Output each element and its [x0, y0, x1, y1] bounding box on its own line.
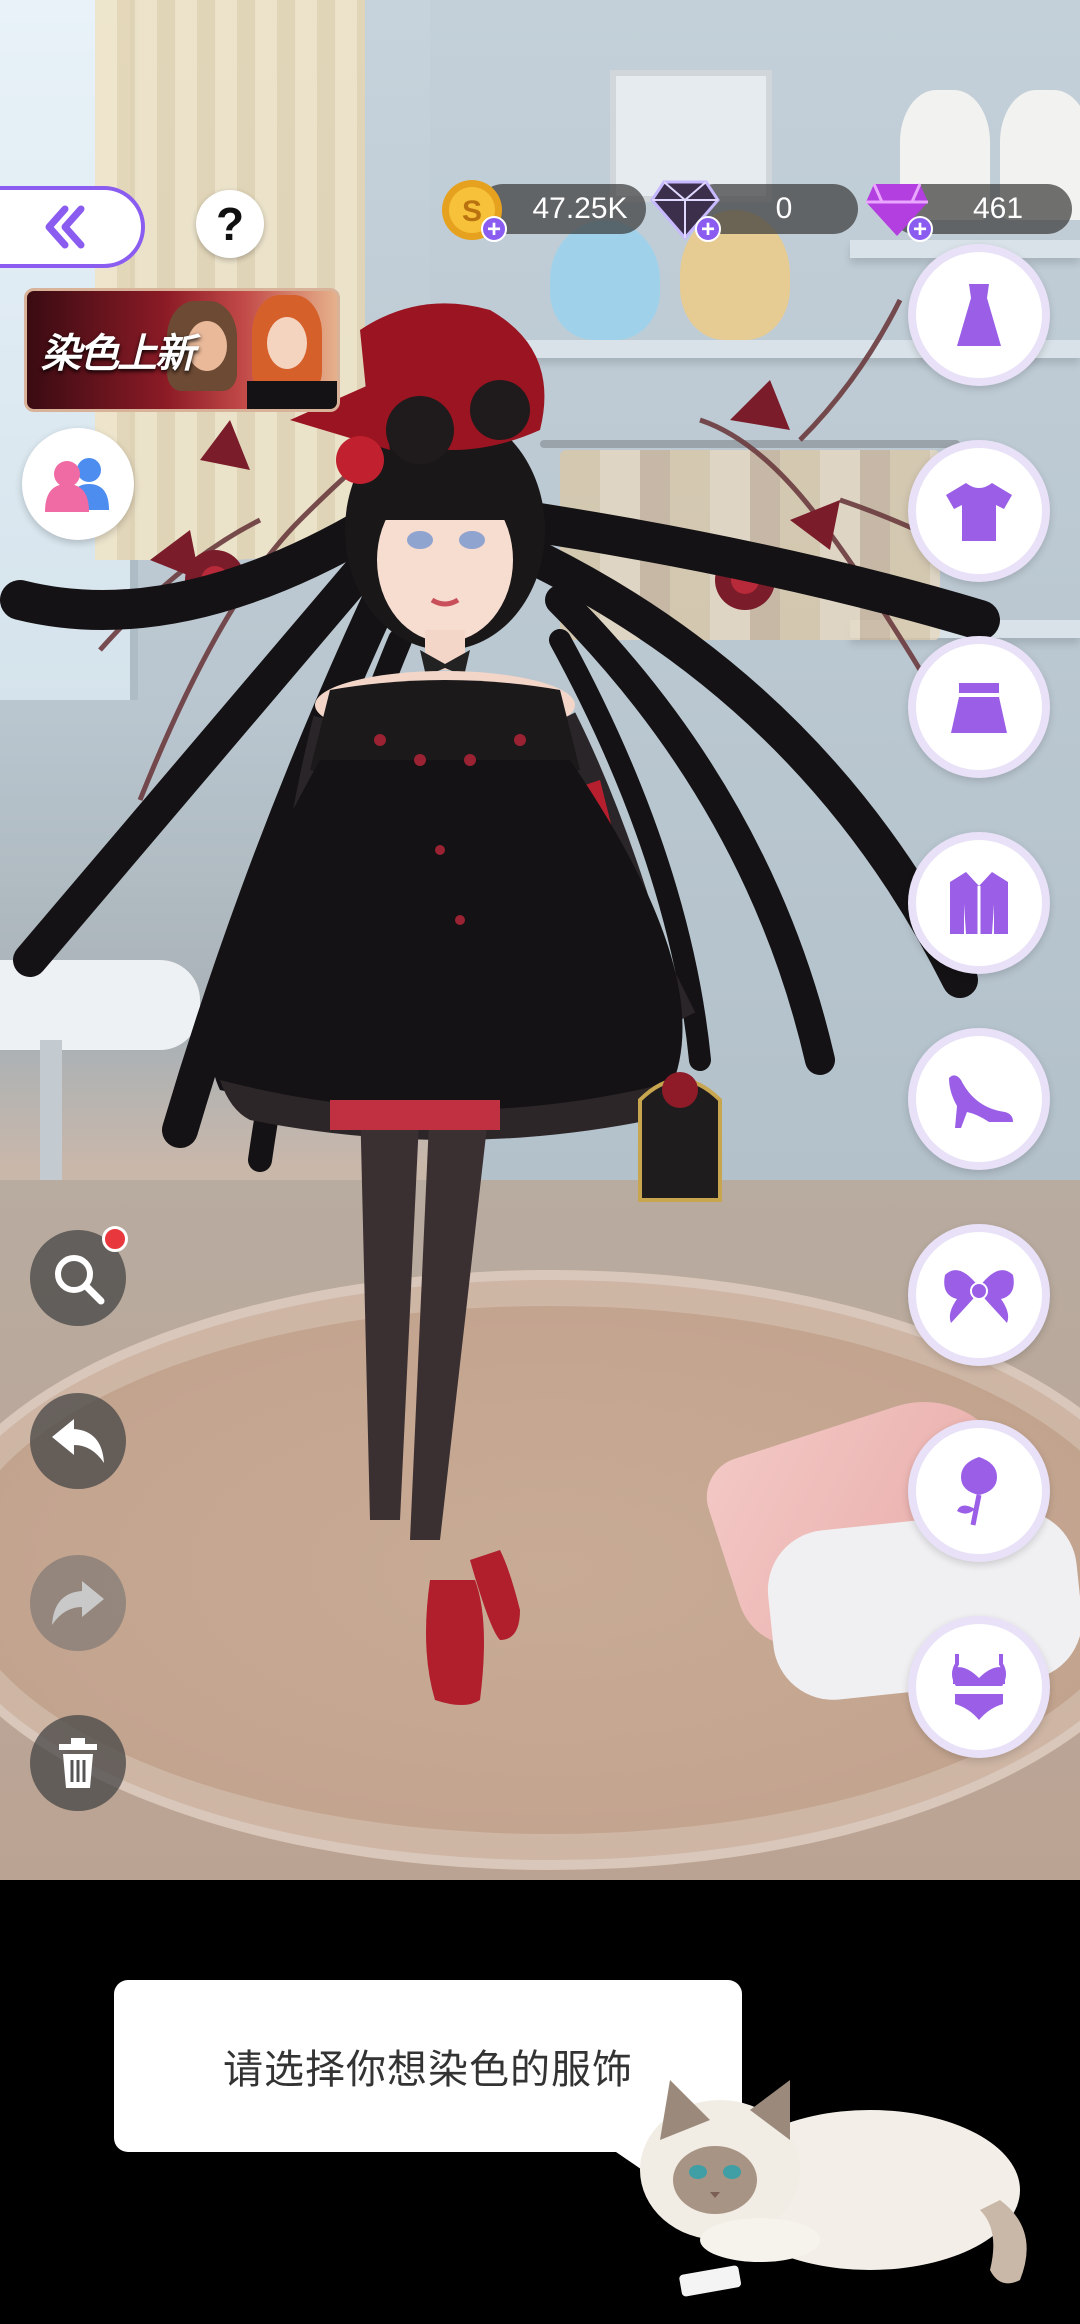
coat-icon	[950, 872, 1008, 934]
category-accessory-button[interactable]	[908, 1224, 1050, 1366]
zoom-button[interactable]	[30, 1226, 128, 1326]
skirt-icon	[951, 683, 1007, 733]
category-lingerie-button[interactable]	[908, 1616, 1050, 1758]
lingerie-icon	[952, 1654, 1006, 1720]
diamond-value: 0	[775, 192, 793, 225]
dress-icon	[957, 284, 1001, 346]
delete-button[interactable]	[30, 1715, 126, 1811]
category-handheld-button[interactable]	[908, 1420, 1050, 1562]
magnifier-icon	[55, 1255, 105, 1305]
friends-button[interactable]	[22, 428, 134, 540]
category-top-button[interactable]	[908, 440, 1050, 582]
tutorial-message: 请选择你想染色的服饰	[223, 2047, 633, 2093]
high-heel-icon	[949, 1075, 1013, 1128]
help-button[interactable]: ?	[196, 190, 264, 258]
rose-icon	[957, 1457, 997, 1526]
gold-add-button[interactable]: +	[481, 216, 507, 242]
friends-icon	[45, 458, 109, 512]
diamond-add-button[interactable]: +	[695, 216, 721, 242]
back-button[interactable]	[0, 186, 145, 268]
category-dress-button[interactable]	[908, 244, 1050, 386]
redo-button[interactable]	[30, 1555, 126, 1651]
banner-text: 染色上新	[41, 330, 195, 377]
trash-icon	[59, 1738, 97, 1788]
undo-icon	[52, 1419, 104, 1463]
svg-text:S: S	[462, 195, 482, 228]
help-label: ?	[215, 198, 245, 250]
guide-cat	[640, 2080, 1027, 2297]
category-coat-button[interactable]	[908, 832, 1050, 974]
double-chevron-left-icon	[45, 205, 84, 249]
event-banner[interactable]: 染色上新	[24, 288, 340, 412]
gem-value: 461	[972, 192, 1024, 225]
gold-value: 47.25K	[532, 192, 628, 225]
undo-button[interactable]	[30, 1393, 126, 1489]
tshirt-icon	[946, 483, 1012, 541]
bow-icon	[944, 1270, 1014, 1323]
gem-add-button[interactable]: +	[907, 216, 933, 242]
notification-dot	[102, 1226, 128, 1252]
category-shoes-button[interactable]	[908, 1028, 1050, 1170]
category-skirt-button[interactable]	[908, 636, 1050, 778]
redo-icon	[52, 1581, 104, 1625]
